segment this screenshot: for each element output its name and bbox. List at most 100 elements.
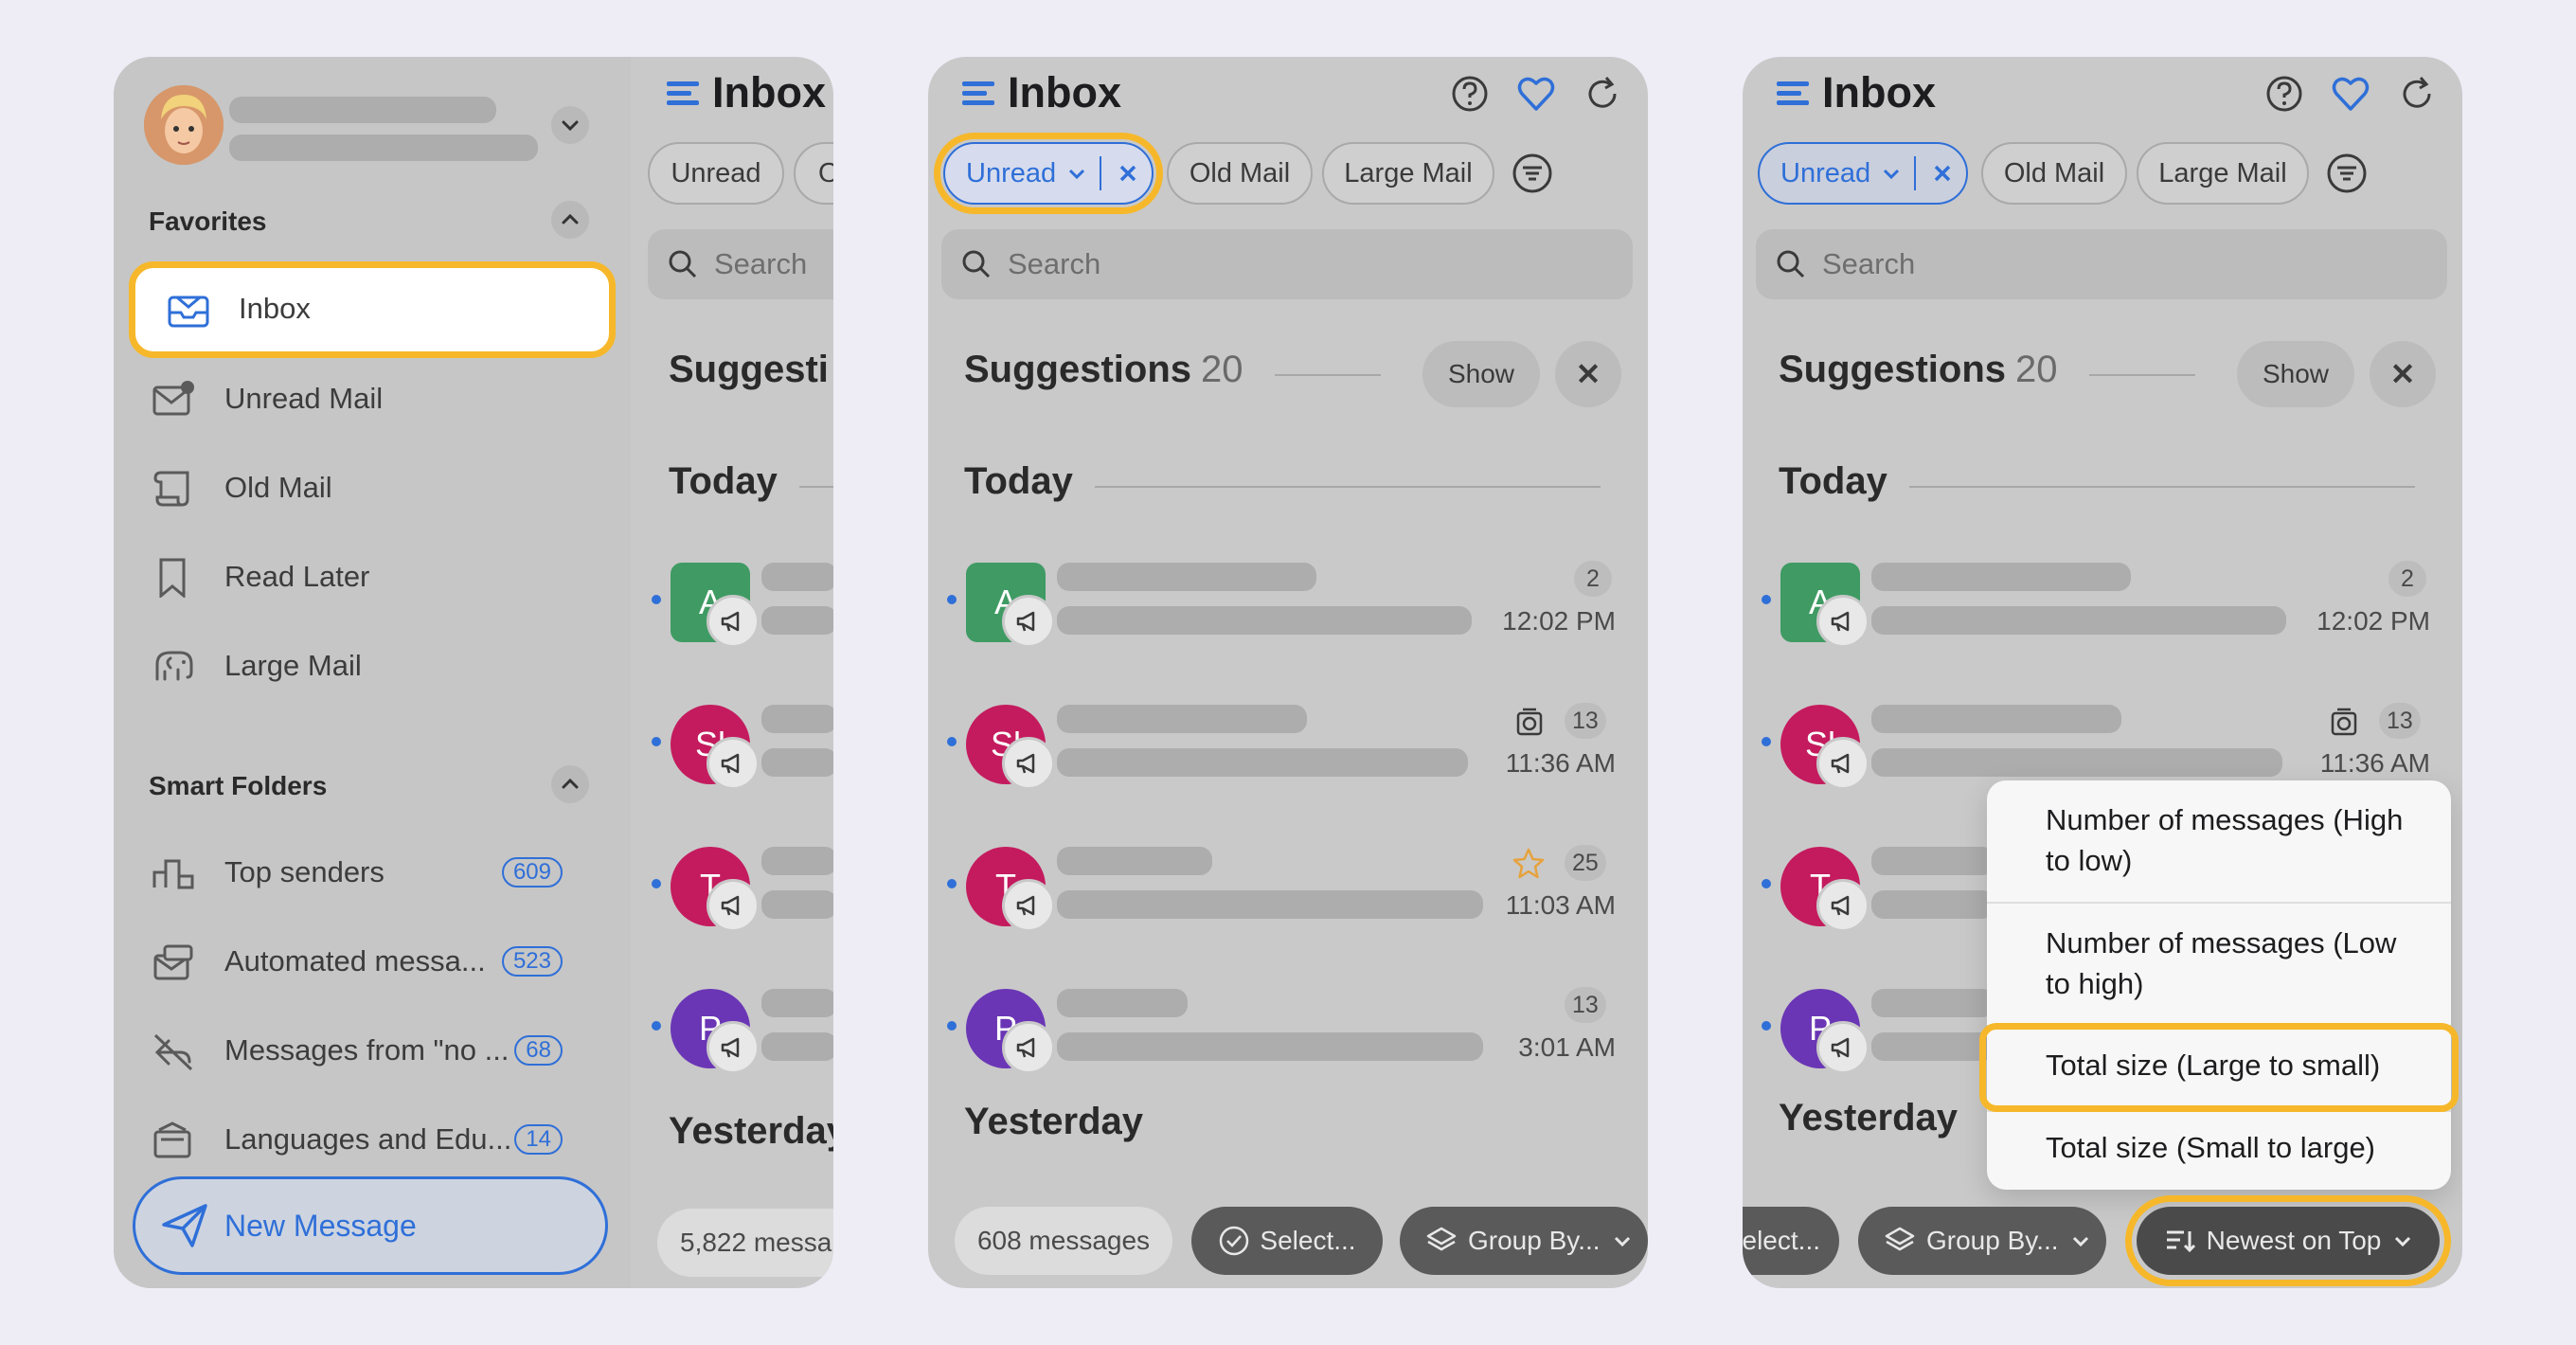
smart-folder-label: Messages from "no ... bbox=[224, 1033, 510, 1067]
suggestions-label: Suggestions bbox=[1779, 349, 2007, 390]
unread-dot bbox=[1762, 737, 1771, 746]
favorites-collapse-icon[interactable] bbox=[551, 201, 589, 239]
smart-folder-automated[interactable]: Automated messa... 523 bbox=[114, 919, 583, 1004]
message-time: 12:02 PM bbox=[1502, 606, 1616, 636]
sender-placeholder bbox=[1057, 705, 1307, 733]
divider bbox=[1987, 902, 2451, 904]
help-icon[interactable] bbox=[1451, 75, 1489, 113]
sender-placeholder bbox=[761, 989, 833, 1017]
panel-sort-view: Inbox Unread Old Mail Large Mail Search … bbox=[1743, 57, 2462, 1288]
sort-option-size-small-large[interactable]: Total size (Small to large) bbox=[2046, 1127, 2375, 1168]
sidebar-item-label: Large Mail bbox=[224, 649, 362, 682]
message-time: 3:01 AM bbox=[1518, 1032, 1616, 1062]
chevron-down-icon bbox=[1884, 169, 1900, 180]
today-heading: Today bbox=[964, 460, 1073, 502]
sidebar-item-unread[interactable]: Unread Mail bbox=[114, 356, 583, 441]
subject-placeholder bbox=[1057, 1032, 1483, 1061]
count-badge: 68 bbox=[514, 1035, 563, 1066]
sender-placeholder bbox=[1057, 847, 1212, 875]
new-message-button[interactable]: New Message bbox=[133, 1176, 608, 1275]
sort-option-count-low-high[interactable]: Number of messages (Low to high) bbox=[2046, 923, 2424, 1004]
panel-sidebar-view: Favorites Inbox Unread Mail Old Mail Rea… bbox=[114, 57, 833, 1288]
sidebar-item-old-mail[interactable]: Old Mail bbox=[114, 445, 583, 530]
thread-count-badge: 13 bbox=[1565, 703, 1606, 739]
sort-option-count-high-low[interactable]: Number of messages (High to low) bbox=[2046, 799, 2424, 881]
unread-dot bbox=[1762, 1021, 1771, 1031]
paper-plane-icon bbox=[162, 1204, 207, 1247]
megaphone-icon bbox=[1002, 595, 1055, 648]
unread-dot bbox=[947, 595, 957, 604]
suggestions-heading: Suggestions 20 bbox=[964, 349, 1243, 391]
sender-placeholder bbox=[1057, 563, 1316, 591]
sender-placeholder bbox=[1871, 563, 2131, 591]
megaphone-icon bbox=[1816, 737, 1869, 790]
select-button[interactable]: elect... bbox=[1743, 1207, 1839, 1275]
divider bbox=[2089, 374, 2195, 376]
filter-chip-old-mail[interactable]: Old Mail bbox=[1981, 142, 2127, 205]
no-reply-icon bbox=[153, 1033, 193, 1071]
heart-icon[interactable] bbox=[2332, 75, 2370, 113]
subject-placeholder bbox=[1057, 748, 1468, 777]
dismiss-suggestions-button[interactable]: ✕ bbox=[1555, 341, 1621, 407]
filter-chip-unread[interactable]: Unread bbox=[648, 142, 784, 205]
filter-icon[interactable] bbox=[1512, 152, 1553, 194]
search-icon bbox=[1777, 250, 1805, 278]
search-placeholder: Search bbox=[714, 247, 808, 280]
select-button[interactable]: Select... bbox=[1191, 1207, 1383, 1275]
smart-folders-collapse-icon[interactable] bbox=[551, 765, 589, 803]
thread-count-badge: 25 bbox=[1565, 845, 1606, 881]
filter-chip-old-mail[interactable]: Old Mail bbox=[1167, 142, 1313, 205]
menu-icon[interactable] bbox=[962, 80, 994, 108]
unread-dot bbox=[652, 737, 661, 746]
help-icon[interactable] bbox=[2265, 75, 2303, 113]
filter-icon[interactable] bbox=[2326, 152, 2368, 194]
show-suggestions-button[interactable]: Show bbox=[2237, 341, 2354, 407]
robot-mail-icon bbox=[153, 944, 193, 980]
yesterday-heading: Yesterday bbox=[669, 1110, 833, 1152]
search-placeholder: Search bbox=[1822, 247, 1916, 280]
elephant-icon bbox=[155, 651, 193, 681]
message-count-pill: 5,822 messa bbox=[657, 1209, 833, 1277]
favorites-heading: Favorites bbox=[149, 206, 267, 236]
subject-placeholder bbox=[1057, 606, 1472, 635]
smart-folder-languages[interactable]: Languages and Edu... 14 bbox=[114, 1097, 583, 1182]
clear-filter-icon[interactable] bbox=[1931, 162, 1954, 185]
select-label: Select... bbox=[1260, 1226, 1356, 1255]
heart-icon[interactable] bbox=[1517, 75, 1555, 113]
show-suggestions-button[interactable]: Show bbox=[1422, 341, 1540, 407]
filter-chip-old[interactable]: O bbox=[794, 142, 833, 205]
group-by-label: Group By... bbox=[1926, 1226, 2059, 1255]
search-input[interactable]: Search bbox=[1756, 229, 2447, 299]
smart-folder-top-senders[interactable]: Top senders 609 bbox=[114, 830, 583, 915]
search-input[interactable]: Search bbox=[648, 229, 833, 299]
sidebar: Favorites Inbox Unread Mail Old Mail Rea… bbox=[114, 57, 631, 1288]
check-circle-icon bbox=[1220, 1226, 1249, 1256]
chip-label: Unread bbox=[1780, 157, 1871, 188]
megaphone-icon bbox=[1816, 879, 1869, 932]
search-input[interactable]: Search bbox=[941, 229, 1633, 299]
count-badge: 14 bbox=[514, 1124, 563, 1155]
smart-folder-label: Automated messa... bbox=[224, 944, 486, 977]
sidebar-item-read-later[interactable]: Read Later bbox=[114, 534, 583, 619]
account-chevron-down-icon[interactable] bbox=[551, 106, 589, 144]
smart-folder-noreply[interactable]: Messages from "no ... 68 bbox=[114, 1008, 583, 1093]
filter-chip-unread[interactable]: Unread bbox=[1758, 142, 1968, 205]
suggestions-heading: Suggesti bbox=[669, 349, 829, 390]
sidebar-item-large-mail[interactable]: Large Mail bbox=[114, 623, 583, 708]
menu-icon[interactable] bbox=[667, 80, 699, 108]
filter-chip-large-mail[interactable]: Large Mail bbox=[2137, 142, 2309, 205]
menu-icon[interactable] bbox=[1777, 80, 1809, 108]
filter-chip-large-mail[interactable]: Large Mail bbox=[1322, 142, 1494, 205]
group-by-button[interactable]: Group By... bbox=[1858, 1207, 2106, 1275]
smart-folders-heading: Smart Folders bbox=[149, 771, 328, 800]
thread-count-badge: 2 bbox=[1574, 561, 1612, 597]
megaphone-icon bbox=[1816, 595, 1869, 648]
sender-placeholder bbox=[1871, 705, 2121, 733]
group-by-button[interactable]: Group By... bbox=[1400, 1207, 1648, 1275]
refresh-icon[interactable] bbox=[2398, 75, 2436, 113]
panel-filter-view: Inbox Unread Old Mail Large Mail Search … bbox=[928, 57, 1648, 1288]
account-avatar[interactable] bbox=[144, 85, 224, 165]
dismiss-suggestions-button[interactable]: ✕ bbox=[2370, 341, 2436, 407]
layers-icon bbox=[1426, 1227, 1457, 1251]
refresh-icon[interactable] bbox=[1583, 75, 1621, 113]
